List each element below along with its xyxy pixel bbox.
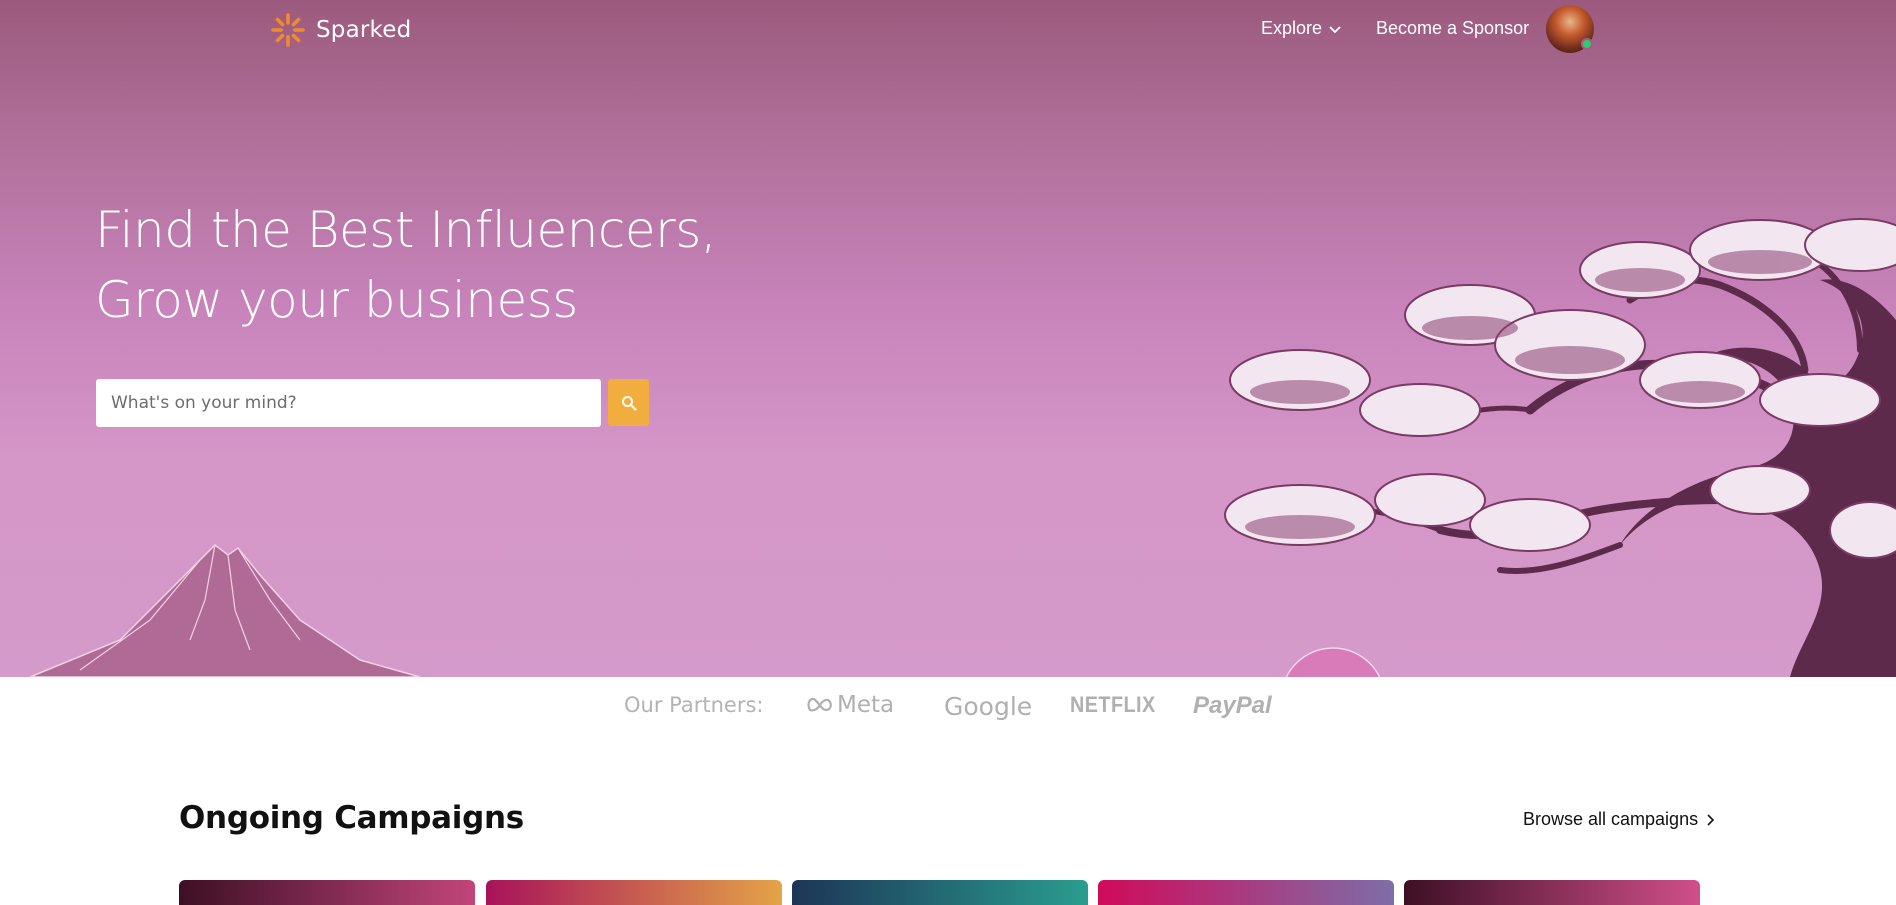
campaign-card-1[interactable] bbox=[179, 880, 475, 905]
brand-name: Sparked bbox=[316, 17, 412, 43]
partner-logo-netflix: NETFLIX bbox=[1070, 692, 1156, 717]
hero-headline: Find the Best Influencers, Grow your bus… bbox=[95, 195, 717, 335]
brand[interactable]: Sparked bbox=[270, 12, 411, 48]
nav-explore-label: Explore bbox=[1261, 18, 1323, 38]
ongoing-campaigns-title: Ongoing Campaigns bbox=[179, 800, 524, 836]
spark-icon bbox=[271, 13, 305, 47]
sun-shape bbox=[1285, 647, 1381, 677]
meta-infinity-icon bbox=[807, 697, 832, 712]
campaign-card-3[interactable] bbox=[792, 880, 1088, 905]
user-avatar[interactable] bbox=[1546, 5, 1594, 53]
chevron-right-icon bbox=[1707, 813, 1715, 826]
partner-logo-google: Google bbox=[944, 692, 1033, 721]
mountain-illustration bbox=[29, 544, 421, 677]
campaign-cards-row bbox=[179, 880, 1701, 905]
browse-all-campaigns-label: Browse all campaigns bbox=[1523, 809, 1699, 829]
nav-explore-dropdown[interactable]: Explore bbox=[1261, 18, 1342, 39]
search-icon bbox=[621, 395, 637, 411]
hero-banner: Sparked Explore Become a Sponsor Find th… bbox=[0, 0, 1896, 677]
search-button[interactable] bbox=[608, 379, 649, 426]
chevron-down-icon bbox=[1329, 25, 1341, 33]
partner-logo-meta: Meta bbox=[807, 692, 894, 718]
campaign-card-2[interactable] bbox=[486, 880, 782, 905]
campaign-card-4[interactable] bbox=[1098, 880, 1394, 905]
browse-all-campaigns-link[interactable]: Browse all campaigns bbox=[1523, 809, 1716, 830]
online-status-dot bbox=[1581, 38, 1593, 50]
partner-logo-paypal: PayPal bbox=[1193, 692, 1272, 719]
search-input[interactable] bbox=[96, 379, 601, 427]
tree-illustration bbox=[1224, 218, 1896, 677]
partners-strip: Our Partners: Meta Google NETFLIX PayPal bbox=[0, 677, 1896, 737]
top-navbar: Sparked Explore Become a Sponsor bbox=[0, 0, 1896, 60]
campaign-card-5[interactable] bbox=[1404, 880, 1700, 905]
nav-become-sponsor-link[interactable]: Become a Sponsor bbox=[1376, 18, 1529, 39]
partner-meta-text: Meta bbox=[837, 692, 895, 718]
hero-headline-line1: Find the Best Influencers, bbox=[95, 201, 717, 259]
partners-label: Our Partners: bbox=[624, 693, 764, 717]
hero-illustration bbox=[29, 218, 1896, 677]
hero-headline-line2: Grow your business bbox=[95, 271, 578, 329]
